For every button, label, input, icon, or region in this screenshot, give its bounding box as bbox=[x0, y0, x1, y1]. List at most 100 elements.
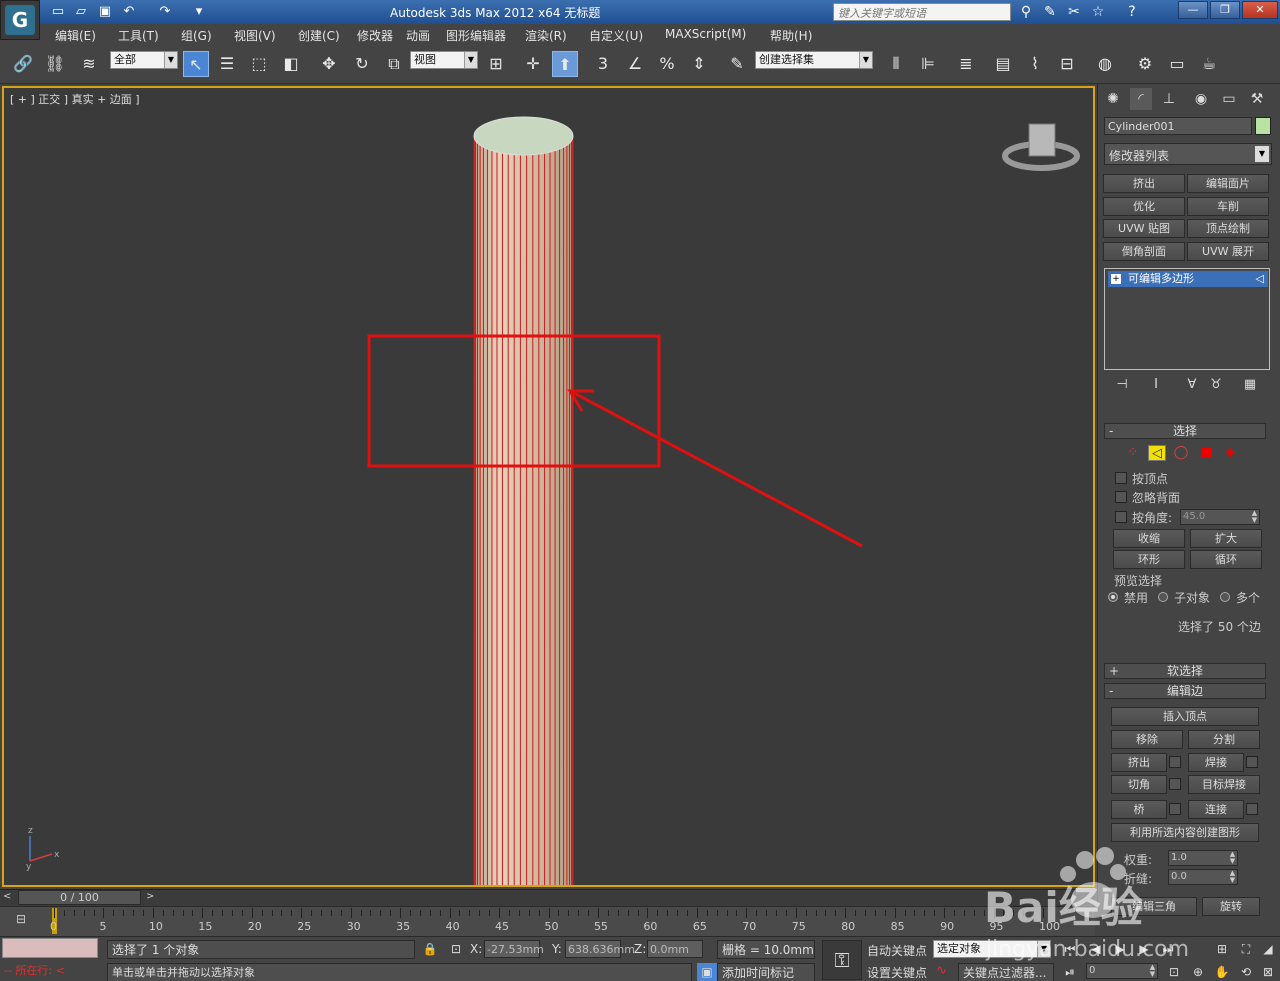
hierarchy-tab-icon[interactable]: ⊥ bbox=[1158, 88, 1180, 110]
material-editor-icon[interactable]: ◍ bbox=[1092, 51, 1118, 77]
polygon-mode-icon[interactable]: ■ bbox=[1198, 445, 1216, 461]
chamfer-settings-icon[interactable] bbox=[1169, 778, 1181, 790]
menu-rendering[interactable]: 渲染(R) bbox=[525, 27, 567, 44]
reference-coord-dropdown[interactable]: 视图 ▼ bbox=[410, 51, 478, 69]
open-file-icon[interactable]: ▱ bbox=[72, 3, 90, 21]
menu-views[interactable]: 视图(V) bbox=[234, 27, 276, 44]
bridge-button[interactable]: 桥 bbox=[1111, 800, 1167, 819]
edit-named-selection-icon[interactable]: ✎ bbox=[724, 51, 750, 77]
time-config-icon[interactable]: ⊡ bbox=[1164, 963, 1184, 981]
align-icon[interactable]: ⊫ bbox=[915, 51, 941, 77]
ring-button[interactable]: 环形 bbox=[1113, 550, 1185, 569]
mod-lathe-button[interactable]: 车削 bbox=[1187, 197, 1269, 216]
spinner-snap-icon[interactable]: ⇕ bbox=[686, 51, 712, 77]
manipulate-icon[interactable]: ✛ bbox=[520, 51, 546, 77]
vertex-mode-icon[interactable]: ⁘ bbox=[1124, 445, 1142, 461]
favorites-star-icon[interactable]: ☆ bbox=[1088, 3, 1108, 21]
crease-spinner[interactable]: 0.0 ▲ ▼ bbox=[1168, 869, 1238, 885]
mini-curve-editor-icon[interactable]: ⊟ bbox=[12, 912, 30, 930]
layer-manager-icon[interactable]: ≣ bbox=[953, 51, 979, 77]
select-and-link-icon[interactable]: 🔗 bbox=[10, 51, 36, 77]
rollout-edit-edges-header[interactable]: - 编辑边 bbox=[1104, 683, 1266, 699]
key-mode-dropdown[interactable]: 选定对象 ▼ bbox=[933, 940, 1051, 958]
percent-snap-button[interactable]: % bbox=[654, 51, 680, 77]
current-frame-spinner[interactable]: 0 ▲ ▼ bbox=[1086, 963, 1158, 979]
object-color-swatch[interactable] bbox=[1255, 117, 1271, 135]
turn-button[interactable]: 旋转 bbox=[1202, 897, 1260, 916]
select-by-name-icon[interactable]: ☰ bbox=[214, 51, 240, 77]
pivot-center-icon[interactable]: ⊞ bbox=[483, 51, 509, 77]
edge-mode-active-icon[interactable]: ◁ bbox=[1148, 445, 1166, 461]
key-mode-toggle-icon[interactable]: ⏯ bbox=[1060, 963, 1080, 981]
maximize-button[interactable]: ❐ bbox=[1210, 1, 1240, 19]
schematic-view-icon[interactable]: ⊟ bbox=[1054, 51, 1080, 77]
menu-animation[interactable]: 动画 bbox=[406, 27, 430, 44]
menu-graph-editors[interactable]: 图形编辑器 bbox=[446, 27, 506, 44]
mod-bevel-profile-button[interactable]: 倒角剖面 bbox=[1103, 242, 1185, 261]
binoculars-icon[interactable]: ⚲ bbox=[1016, 3, 1036, 21]
unlink-icon[interactable]: ⛓ bbox=[42, 51, 68, 77]
mod-extrude-button[interactable]: 挤出 bbox=[1103, 174, 1185, 193]
help-icon[interactable]: ? bbox=[1122, 3, 1142, 21]
search-input[interactable]: 键入关键字或短语 bbox=[833, 3, 1011, 21]
close-button[interactable]: ✕ bbox=[1242, 1, 1278, 19]
preview-off-radio[interactable] bbox=[1108, 592, 1118, 602]
time-slider-thumb[interactable]: 0 / 100 bbox=[18, 890, 141, 905]
make-unique-icon[interactable]: ∀ bbox=[1182, 377, 1202, 395]
by-angle-checkbox[interactable] bbox=[1115, 511, 1127, 523]
modify-tab-icon[interactable]: ◜ bbox=[1130, 88, 1152, 110]
extrude-button[interactable]: 挤出 bbox=[1111, 753, 1167, 772]
weld-button[interactable]: 焊接 bbox=[1188, 753, 1244, 772]
menu-modifiers[interactable]: 修改器 bbox=[357, 27, 393, 44]
rect-selection-region-icon[interactable]: ⬚ bbox=[246, 51, 272, 77]
modifier-list-dropdown[interactable]: 修改器列表 ▼ bbox=[1104, 143, 1272, 165]
z-coord-field[interactable]: 0.0mm bbox=[647, 940, 703, 958]
menu-help[interactable]: 帮助(H) bbox=[770, 27, 812, 44]
next-frame-icon[interactable]: ▶ bbox=[1134, 940, 1154, 958]
zoom-all-icon[interactable]: ⊞ bbox=[1212, 940, 1232, 958]
element-mode-icon[interactable]: ◈ bbox=[1222, 445, 1240, 461]
by-vertex-checkbox[interactable] bbox=[1115, 472, 1127, 484]
menu-create[interactable]: 创建(C) bbox=[298, 27, 340, 44]
rollout-soft-selection-header[interactable]: + 软选择 bbox=[1104, 663, 1266, 679]
render-setup-icon[interactable]: ⚙ bbox=[1132, 51, 1158, 77]
select-object-button[interactable]: ↖ bbox=[183, 51, 209, 77]
edit-triangulation-button[interactable]: 编辑三角 bbox=[1111, 897, 1197, 916]
create-shape-button[interactable]: 利用所选内容创建图形 bbox=[1111, 823, 1259, 842]
go-to-end-icon[interactable]: ⏭ bbox=[1158, 940, 1178, 958]
mod-vertex-paint-button[interactable]: 顶点绘制 bbox=[1187, 219, 1269, 238]
weld-settings-icon[interactable] bbox=[1246, 756, 1258, 768]
display-tab-icon[interactable]: ▭ bbox=[1218, 88, 1240, 110]
app-logo-icon[interactable]: G bbox=[0, 0, 40, 40]
y-coord-field[interactable]: 638.636mm bbox=[565, 940, 635, 958]
zoom-extents-icon[interactable]: ⛶ bbox=[1236, 940, 1256, 958]
menu-group[interactable]: 组(G) bbox=[181, 27, 212, 44]
select-and-rotate-icon[interactable]: ↻ bbox=[349, 51, 375, 77]
weight-spinner[interactable]: 1.0 ▲ ▼ bbox=[1168, 850, 1238, 866]
create-tab-icon[interactable]: ✺ bbox=[1102, 88, 1124, 110]
connect-settings-icon[interactable] bbox=[1246, 803, 1258, 815]
ignore-backface-checkbox[interactable] bbox=[1115, 491, 1127, 503]
window-crossing-icon[interactable]: ◧ bbox=[278, 51, 304, 77]
preview-subobject-radio[interactable] bbox=[1158, 592, 1168, 602]
quick-access-dropdown-icon[interactable]: ▾ bbox=[190, 3, 208, 21]
key-filters-button[interactable]: 关键点过滤器... bbox=[958, 963, 1054, 981]
viewport-front[interactable]: [ + ] 正交 ] 真实 + 边面 ] z x y bbox=[2, 86, 1095, 887]
time-slider-next-icon[interactable]: > bbox=[146, 891, 154, 902]
mod-uvw-map-button[interactable]: UVW 贴图 bbox=[1103, 219, 1185, 238]
mod-edit-patch-button[interactable]: 编辑面片 bbox=[1187, 174, 1269, 193]
maxscript-listener-box[interactable] bbox=[2, 938, 98, 958]
time-tag-icon[interactable]: ▣ bbox=[697, 963, 717, 981]
rollout-selection-header[interactable]: - 选择 bbox=[1104, 423, 1266, 439]
set-key-button[interactable]: 设置关键点 bbox=[867, 964, 927, 981]
go-to-start-icon[interactable]: ⏮ bbox=[1060, 940, 1080, 958]
absolute-mode-icon[interactable]: ⊡ bbox=[446, 940, 466, 958]
pin-stack-icon[interactable]: ⊣ bbox=[1112, 377, 1132, 395]
chamfer-button[interactable]: 切角 bbox=[1111, 775, 1167, 794]
cylinder-body[interactable] bbox=[474, 136, 573, 887]
target-weld-button[interactable]: 目标焊接 bbox=[1188, 775, 1260, 794]
render-teapot-icon[interactable]: ☕ bbox=[1196, 51, 1222, 77]
keyboard-shortcut-override-button[interactable]: ⬆ bbox=[552, 51, 578, 77]
grow-button[interactable]: 扩大 bbox=[1190, 529, 1262, 548]
x-coord-field[interactable]: -27.53mm bbox=[484, 940, 544, 958]
